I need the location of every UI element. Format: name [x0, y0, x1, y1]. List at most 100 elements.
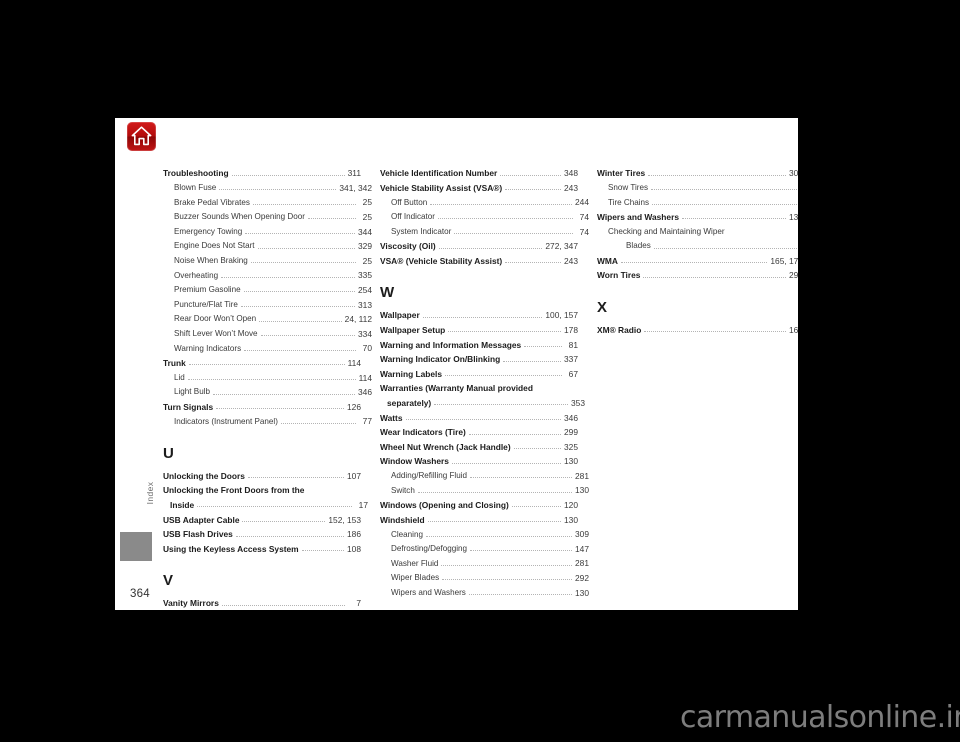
index-entry[interactable]: Wear Indicators (Tire) 299 — [380, 423, 578, 438]
index-entry[interactable]: Emergency Towing 344 — [163, 222, 372, 237]
index-entry[interactable]: Wallpaper Setup 178 — [380, 321, 578, 336]
dot-leader — [728, 227, 798, 234]
index-entry-page: 313 — [358, 299, 372, 310]
index-entry[interactable]: Warning and Information Messages 81 — [380, 335, 578, 350]
index-entry[interactable]: Wheel Nut Wrench (Jack Handle) 325 — [380, 438, 578, 453]
index-entry-page: 77 — [362, 416, 372, 427]
dot-leader — [442, 572, 573, 581]
index-entry[interactable]: Vehicle Identification Number 348 — [380, 164, 578, 179]
index-entry[interactable]: USB Adapter Cable 152, 153 — [163, 510, 361, 525]
index-entry[interactable]: Buzzer Sounds When Opening Door 25 — [163, 208, 372, 223]
index-entry-page: 186 — [347, 529, 361, 540]
index-entry[interactable]: Warning Indicator On/Blinking 337 — [380, 350, 578, 365]
index-entry-text: System Indicator — [391, 226, 452, 236]
index-entry[interactable]: Puncture/Flat Tire 313 — [163, 295, 372, 310]
index-entry[interactable]: WMA 165, 173 — [597, 252, 798, 267]
index-entry-text: Warning and Information Messages — [380, 339, 522, 350]
index-entry-text: Cleaning — [391, 529, 423, 539]
index-entry[interactable]: Premium Gasoline 254 — [163, 281, 372, 296]
index-entry[interactable]: Worn Tires 294 — [597, 266, 798, 281]
index-entry-page: 348 — [564, 168, 578, 179]
index-entry-text: Defrosting/Defogging — [391, 544, 468, 554]
index-entry[interactable]: Turn Signals 126 — [163, 398, 361, 413]
index-entry[interactable]: Wallpaper 100, 157 — [380, 306, 578, 321]
index-entry-text: Emergency Towing — [174, 226, 243, 236]
dot-leader — [307, 486, 345, 493]
dot-leader — [260, 328, 356, 337]
index-entry-text: WMA — [597, 255, 618, 266]
index-entry[interactable]: separately) 353 — [380, 394, 585, 409]
index-entry-text: Wallpaper Setup — [380, 324, 446, 335]
index-entry[interactable]: Warranties (Warranty Manual provided — [380, 379, 578, 394]
index-entry[interactable]: Shift Lever Won’t Move 334 — [163, 325, 372, 340]
dot-leader — [257, 241, 356, 249]
index-entry[interactable]: Wipers and Washers 130 — [380, 583, 589, 598]
index-entry[interactable]: Viscosity (Oil) 272, 347 — [380, 237, 578, 252]
index-entry[interactable]: Vehicle Stability Assist (VSA®) 243 — [380, 179, 578, 194]
index-entry[interactable]: Trunk 114 — [163, 354, 361, 369]
index-entry-text: Rear Door Won’t Open — [174, 314, 257, 324]
index-entry[interactable]: Off Button 244 — [380, 193, 589, 208]
index-entry[interactable]: Blown Fuse 341, 342 — [163, 179, 372, 194]
index-entry-text: Indicators (Instrument Panel) — [174, 416, 278, 426]
index-entry[interactable]: Troubleshooting 311 — [163, 164, 361, 179]
index-entry[interactable]: XM® Radio 163 — [597, 321, 798, 336]
index-entry[interactable]: Overheating 335 — [163, 266, 372, 281]
index-entry[interactable]: Brake Pedal Vibrates 25 — [163, 193, 372, 208]
index-entry[interactable]: Adding/Refilling Fluid 281 — [380, 467, 589, 482]
index-entry[interactable]: Wiper Blades 292 — [380, 569, 589, 584]
index-entry[interactable]: System Indicator 74 — [380, 222, 589, 237]
index-entry[interactable]: Wipers and Washers 130 — [597, 208, 798, 223]
index-entry[interactable]: Windows (Opening and Closing) 120 — [380, 496, 578, 511]
index-entry[interactable]: USB Flash Drives 186 — [163, 525, 361, 540]
index-entry[interactable]: Using the Keyless Access System 108 — [163, 540, 361, 555]
index-entry-page: 67 — [568, 368, 578, 379]
index-entry-text: Vehicle Identification Number — [380, 168, 498, 179]
index-entry[interactable]: Indicators (Instrument Panel) 77 — [163, 412, 372, 427]
dot-leader — [187, 372, 356, 380]
index-entry[interactable]: Switch 130 — [380, 481, 589, 496]
index-entry[interactable]: Cleaning 309 — [380, 525, 589, 540]
index-entry-page: 346 — [564, 412, 578, 423]
index-entry[interactable]: Off Indicator 74 — [380, 208, 589, 223]
index-entry[interactable]: Snow Tires302 — [597, 179, 798, 194]
index-entry[interactable]: Inside 17 — [163, 496, 368, 511]
index-entry[interactable]: Blades292 — [597, 237, 798, 252]
index-entry[interactable]: Lid 114 — [163, 368, 372, 383]
index-entry[interactable]: Windshield 130 — [380, 510, 578, 525]
dot-leader — [216, 401, 345, 410]
index-entry-page: 281 — [575, 470, 589, 481]
index-entry[interactable]: Engine Does Not Start 329 — [163, 237, 372, 252]
index-entry[interactable]: Unlocking the Front Doors from the — [163, 481, 361, 496]
index-entry[interactable]: VSA® (Vehicle Stability Assist) 243 — [380, 252, 578, 267]
index-entry-page: 17 — [358, 500, 368, 511]
index-entry[interactable]: Rear Door Won’t Open 24, 112 — [163, 310, 372, 325]
index-entry[interactable]: Defrosting/Defogging 147 — [380, 540, 589, 555]
index-entry-text: Warning Indicator On/Blinking — [380, 354, 501, 365]
dot-leader — [235, 529, 345, 537]
index-entry[interactable]: Tire Chains302 — [597, 193, 798, 208]
index-entry[interactable]: Window Washers 130 — [380, 452, 578, 467]
index-entry-page — [565, 393, 578, 394]
index-entry[interactable]: Vanity Mirrors 7 — [163, 594, 361, 609]
index-entry[interactable]: Warning Labels 67 — [380, 365, 578, 380]
index-entry-page: 81 — [568, 339, 578, 350]
index-entry[interactable]: Noise When Braking 25 — [163, 252, 372, 267]
index-entry-page: 147 — [575, 543, 589, 554]
index-entry-text: Brake Pedal Vibrates — [174, 197, 250, 207]
home-icon[interactable] — [127, 122, 156, 151]
index-entry[interactable]: Checking and Maintaining Wiper — [597, 222, 798, 237]
index-entry[interactable]: Warning Indicators 70 — [163, 339, 372, 354]
index-entry[interactable]: Washer Fluid 281 — [380, 554, 589, 569]
index-entry[interactable]: Unlocking the Doors 107 — [163, 467, 361, 482]
index-entry[interactable]: Winter Tires 302 — [597, 164, 798, 179]
dot-leader — [454, 226, 573, 234]
page-number: 364 — [130, 588, 150, 600]
index-entry[interactable]: Light Bulb 346 — [163, 383, 372, 398]
index-entry-page: 100, 157 — [545, 310, 578, 321]
dot-leader — [470, 543, 573, 552]
index-entry-text: Worn Tires — [597, 270, 641, 281]
index-entry-text: Wipers and Washers — [391, 587, 466, 597]
index-entry-text: Premium Gasoline — [174, 285, 241, 295]
index-entry[interactable]: Watts 346 — [380, 408, 578, 423]
